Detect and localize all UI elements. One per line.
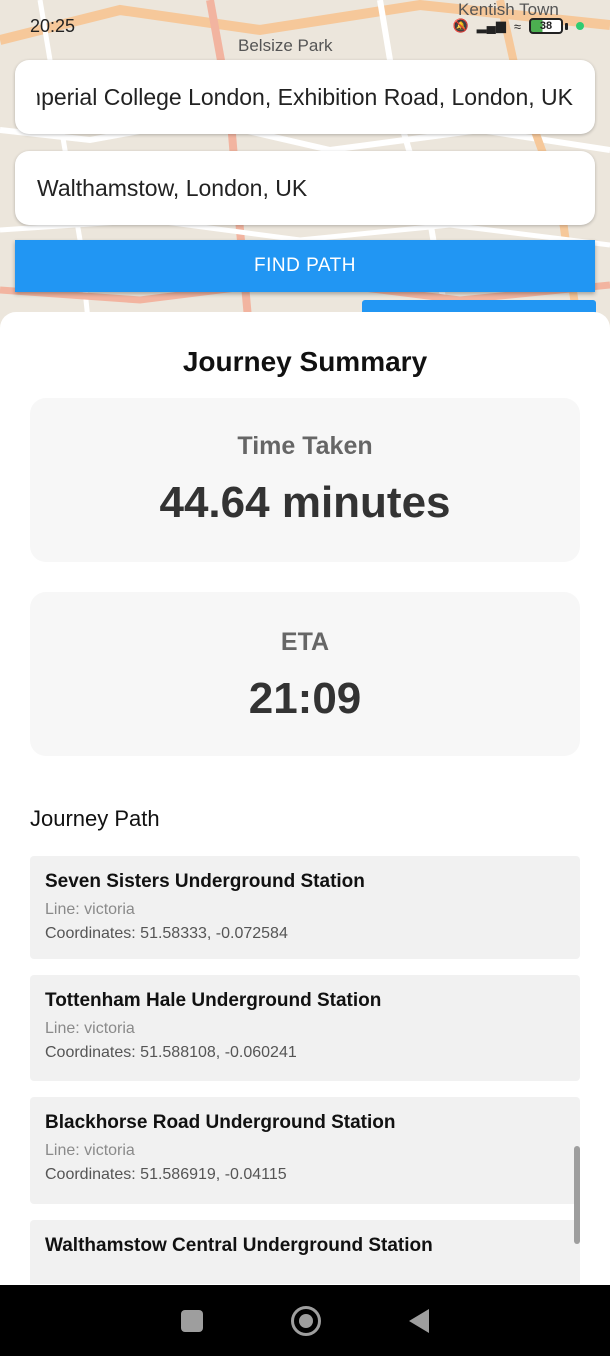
status-bar: 20:25 🔕 ▂▄▆ ≈ 38 [0,0,610,52]
recents-icon[interactable] [181,1309,203,1332]
eta-card: ETA 21:09 [30,592,580,756]
find-path-button[interactable]: FIND PATH [15,240,595,292]
wifi-icon: ≈ [513,18,521,34]
origin-input[interactable] [37,83,573,111]
time-taken-card: Time Taken 44.64 minutes [30,398,580,562]
list-item[interactable]: Tottenham Hale Underground Station Line:… [30,975,580,1081]
battery-icon: 38 [529,18,563,34]
battery-tip [565,22,568,30]
mute-icon: 🔕 [452,18,469,33]
status-time: 20:25 [30,15,76,36]
stop-line: Line: victoria [45,1142,135,1159]
destination-input[interactable] [37,174,573,202]
home-icon[interactable] [291,1305,321,1336]
time-taken-value: 44.64 minutes [159,478,451,527]
stop-name: Tottenham Hale Underground Station [45,990,382,1011]
back-icon[interactable] [409,1308,429,1333]
stop-name: Walthamstow Central Underground Station [45,1235,433,1256]
journey-summary-sheet: Journey Summary Time Taken 44.64 minutes… [0,312,610,1284]
eta-label: ETA [280,628,330,656]
privacy-dot-icon [576,22,584,30]
system-nav-bar [0,1285,610,1356]
time-taken-label: Time Taken [237,432,373,460]
list-item[interactable]: Walthamstow Central Underground Station [30,1220,580,1284]
stop-line: Line: victoria [45,1020,135,1037]
origin-field[interactable] [15,60,595,134]
list-item[interactable]: Seven Sisters Underground Station Line: … [30,856,580,959]
status-icons: 🔕 ▂▄▆ ≈ 38 [452,18,584,34]
stop-coordinates: Coordinates: 51.588108, -0.060241 [45,1044,297,1061]
destination-field[interactable] [15,151,595,225]
signal-icon: ▂▄▆ [476,18,506,33]
list-item[interactable]: Blackhorse Road Underground Station Line… [30,1097,580,1204]
stop-coordinates: Coordinates: 51.586919, -0.04115 [45,1166,287,1183]
eta-value: 21:09 [248,674,362,723]
stop-name: Blackhorse Road Underground Station [45,1112,396,1133]
scrollbar[interactable] [574,1146,580,1244]
stop-coordinates: Coordinates: 51.58333, -0.072584 [45,925,288,942]
stop-line: Line: victoria [45,901,135,918]
stop-name: Seven Sisters Underground Station [45,871,365,892]
journey-path-title: Journey Path [30,806,160,831]
sheet-title: Journey Summary [182,346,428,377]
